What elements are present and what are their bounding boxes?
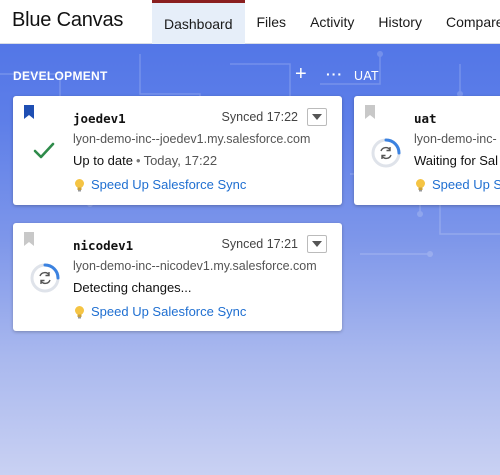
tab-compare[interactable]: Compare (434, 0, 500, 44)
sync-icon (371, 138, 401, 168)
status-text: Waiting for Sal (414, 153, 499, 168)
environment-host: lyon-demo-inc--joedev1.my.salesforce.com (73, 132, 311, 146)
sync-icon (30, 263, 60, 293)
section-development-label: DEVELOPMENT (13, 69, 108, 83)
environment-name: joedev1 (73, 111, 126, 126)
lightbulb-icon (75, 305, 84, 318)
environment-host: lyon-demo-inc--nicodev1.my.salesforce.co… (73, 259, 317, 273)
tab-activity[interactable]: Activity (298, 0, 366, 44)
environment-card-uat[interactable]: uat lyon-demo-inc- Waiting for Sal Speed… (354, 96, 500, 205)
environment-name: uat (414, 111, 437, 126)
environment-card-joedev1[interactable]: joedev1 Synced 17:22 lyon-demo-inc--joed… (13, 96, 342, 205)
chevron-down-icon (312, 241, 322, 247)
speed-up-sync-label: Speed Up Salesforce Sync (91, 304, 247, 319)
environment-menu-button[interactable] (307, 235, 327, 253)
tab-history[interactable]: History (366, 0, 434, 44)
bookmark-icon[interactable] (24, 232, 34, 246)
separator-dot: • (136, 153, 141, 168)
bookmark-icon[interactable] (365, 105, 375, 119)
check-icon (33, 142, 55, 159)
chevron-down-icon (312, 114, 322, 120)
section-uat-label: UAT (354, 69, 379, 83)
speed-up-sync-link[interactable]: Speed Up Sal (414, 177, 500, 192)
status-time: Today, 17:22 (143, 153, 218, 168)
environment-card-nicodev1[interactable]: nicodev1 Synced 17:21 lyon-demo-inc--nic… (13, 223, 342, 331)
speed-up-sync-link[interactable]: Speed Up Salesforce Sync (73, 304, 246, 319)
environment-host: lyon-demo-inc- (414, 132, 497, 146)
speed-up-sync-label: Speed Up Salesforce Sync (91, 177, 247, 192)
bookmark-icon[interactable] (24, 105, 34, 119)
add-environment-button[interactable]: + (295, 64, 307, 84)
synced-time: Synced 17:21 (221, 237, 298, 251)
main-nav: Dashboard Files Activity History Compare (152, 0, 500, 44)
status-text: Detecting changes... (73, 280, 192, 295)
app-title: Blue Canvas (12, 9, 124, 31)
lightbulb-icon (416, 178, 425, 191)
more-options-button[interactable]: ··· (326, 66, 343, 82)
speed-up-sync-label: Speed Up Sal (432, 177, 500, 192)
tab-files[interactable]: Files (245, 0, 299, 44)
tab-dashboard[interactable]: Dashboard (152, 0, 245, 44)
speed-up-sync-link[interactable]: Speed Up Salesforce Sync (73, 177, 246, 192)
status-text: Up to date (73, 153, 133, 168)
lightbulb-icon (75, 178, 84, 191)
environment-name: nicodev1 (73, 238, 134, 253)
synced-time: Synced 17:22 (221, 110, 298, 124)
status-line: Up to date • Today, 17:22 (73, 153, 217, 168)
environment-menu-button[interactable] (307, 108, 327, 126)
top-bar: Blue Canvas Dashboard Files Activity His… (0, 0, 500, 44)
